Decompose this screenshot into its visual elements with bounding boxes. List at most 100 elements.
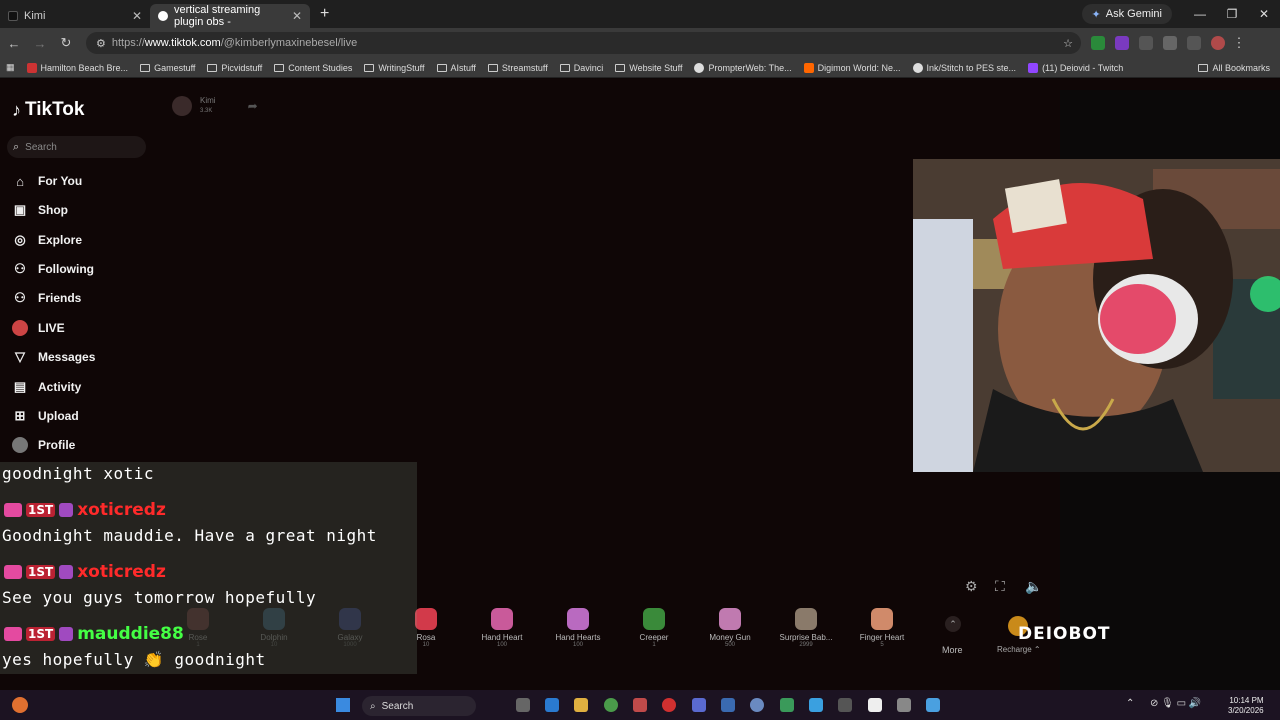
app-icon[interactable] [721, 698, 735, 712]
bookmark-item[interactable]: Ink/Stitch to PES ste... [912, 62, 1016, 73]
app-icon[interactable] [809, 698, 823, 712]
share-icon[interactable]: ➦ [248, 99, 258, 113]
bookmark-folder[interactable]: Davinci [559, 63, 603, 73]
gift-coins: 100 [496, 642, 507, 648]
gift-item[interactable]: Creeper 1 [616, 608, 692, 648]
nav-upload[interactable]: ⊞ Upload [12, 408, 79, 424]
settings-gear-icon[interactable]: ⚙ [965, 578, 978, 595]
gift-item[interactable]: Finger Heart 5 [844, 608, 920, 648]
bookmark-star-icon[interactable]: ☆ [1063, 37, 1073, 50]
new-tab-button[interactable]: + [320, 5, 329, 23]
app-icon[interactable] [868, 698, 882, 712]
reload-button[interactable]: ↻ [54, 35, 78, 51]
close-tab-icon[interactable]: ✕ [132, 9, 142, 23]
address-toolbar: ← → ↻ ⚙ https://www.tiktok.com/@kimberly… [0, 28, 1280, 58]
bookmark-item[interactable]: PrompterWeb: The... [694, 62, 792, 73]
tray-icons[interactable]: ⊘ 🎙 ▭ 🔊 [1150, 698, 1201, 709]
all-bookmarks[interactable]: All Bookmarks [1198, 63, 1270, 73]
app-icon[interactable] [750, 698, 764, 712]
nav-for-you[interactable]: ⌂ For You [12, 173, 82, 189]
extension-icon[interactable] [1115, 36, 1129, 50]
bookmark-item[interactable]: Digimon World: Ne... [803, 62, 901, 73]
nav-following[interactable]: ⚇ Following [12, 261, 94, 277]
nav-messages[interactable]: ▽ Messages [12, 349, 95, 365]
back-button[interactable]: ← [2, 36, 26, 51]
app-icon[interactable] [662, 698, 676, 712]
host-info[interactable]: Kimi 3.3K ➦ [172, 96, 258, 116]
bookmark-item[interactable]: (11) Deiovid - Twitch [1028, 62, 1123, 73]
compass-icon: ◎ [14, 232, 26, 247]
bookmark-folder[interactable]: Content Studies [274, 63, 352, 73]
search-input[interactable]: ⌕ Search [7, 136, 146, 158]
chevron-up-icon[interactable]: ⌃ [1126, 698, 1134, 709]
profile-avatar[interactable] [1211, 36, 1225, 50]
tiktok-logo[interactable]: ♪ TikTok [12, 99, 84, 121]
clock-time: 10:14 PM [1229, 696, 1264, 705]
maximize-button[interactable]: ❐ [1216, 7, 1248, 21]
gift-item[interactable]: Surprise Bab... 2999 [768, 608, 844, 648]
task-view-icon[interactable] [516, 698, 530, 712]
apps-grid-icon[interactable]: ▦ [6, 62, 15, 73]
extension-icon[interactable] [1139, 36, 1153, 50]
app-icon[interactable] [838, 698, 852, 712]
logo-text: TikTok [25, 99, 85, 120]
chat-message: Goodnight mauddie. Have a great night [2, 526, 377, 545]
gift-icon [719, 608, 741, 630]
twitch-icon [1028, 62, 1039, 73]
forward-button[interactable]: → [28, 36, 52, 51]
tab-kimi[interactable]: Kimi ✕ [0, 4, 150, 28]
bookmark-folder[interactable]: Website Stuff [615, 63, 682, 73]
nav-live[interactable]: LIVE [12, 320, 65, 336]
close-window-button[interactable]: ✕ [1248, 7, 1280, 21]
more-label[interactable]: More [942, 645, 963, 655]
url-field[interactable]: ⚙ https://www.tiktok.com/@kimberlymaxine… [86, 32, 1081, 54]
site-info-icon[interactable]: ⚙ [96, 37, 106, 50]
discord-icon[interactable] [692, 698, 706, 712]
gift-icon [795, 608, 817, 630]
host-avatar[interactable] [172, 96, 192, 116]
close-tab-icon[interactable]: ✕ [292, 9, 302, 23]
copilot-icon[interactable] [545, 698, 559, 712]
bookmark-item[interactable]: Hamilton Beach Bre... [26, 62, 128, 73]
username-text: xoticredz [77, 562, 166, 582]
nav-friends[interactable]: ⚇ Friends [12, 290, 81, 306]
ask-gemini-label: Ask Gemini [1105, 8, 1162, 20]
windows-start-icon[interactable] [336, 698, 350, 712]
bookmark-folder[interactable]: Picvidstuff [207, 63, 262, 73]
notepad-icon[interactable] [926, 698, 940, 712]
search-placeholder: Search [25, 141, 57, 153]
app-icon[interactable] [897, 698, 911, 712]
app-icon[interactable] [780, 698, 794, 712]
bookmark-folder[interactable]: WritingStuff [364, 63, 425, 73]
volume-icon[interactable]: 🔈 [1025, 578, 1042, 595]
extensions-puzzle-icon[interactable] [1163, 36, 1177, 50]
nav-explore[interactable]: ◎ Explore [12, 232, 82, 248]
profile-avatar-icon [12, 437, 28, 453]
recharge-button[interactable]: Recharge ⌃ [997, 645, 1041, 654]
file-explorer-icon[interactable] [574, 698, 588, 712]
nav-activity[interactable]: ▤ Activity [12, 379, 82, 395]
extension-icon[interactable] [1091, 36, 1105, 50]
gift-item[interactable]: Hand Heart 100 [464, 608, 540, 648]
more-gifts-button[interactable]: ⌃ [942, 616, 964, 632]
search-icon: ⌕ [13, 140, 20, 153]
app-icon[interactable] [633, 698, 647, 712]
tab-vertical-streaming[interactable]: vertical streaming plugin obs - ✕ [150, 4, 310, 28]
nav-profile[interactable]: Profile [12, 437, 75, 453]
system-clock[interactable]: 10:14 PM 3/20/2026 [1228, 696, 1264, 716]
gift-item[interactable]: Hand Hearts 100 [540, 608, 616, 648]
bookmark-folder[interactable]: Gamestuff [140, 63, 195, 73]
ask-gemini-button[interactable]: ✦ Ask Gemini [1081, 4, 1172, 24]
sidepanel-icon[interactable] [1187, 36, 1201, 50]
bookmark-folder[interactable]: Streamstuff [487, 63, 548, 73]
nav-shop[interactable]: ▣ Shop [12, 202, 68, 218]
menu-kebab-icon[interactable]: ⋮ [1227, 35, 1251, 51]
bookmark-folder[interactable]: AIstuff [436, 63, 476, 73]
taskbar-search[interactable]: ⌕ Search [362, 696, 476, 716]
gift-item[interactable]: Money Gun 500 [692, 608, 768, 648]
weather-icon[interactable] [12, 697, 28, 713]
webcam-feed [913, 159, 1280, 472]
chrome-icon[interactable] [604, 698, 618, 712]
minimize-button[interactable]: — [1184, 7, 1216, 21]
fullscreen-icon[interactable]: ⛶ [995, 578, 1005, 595]
